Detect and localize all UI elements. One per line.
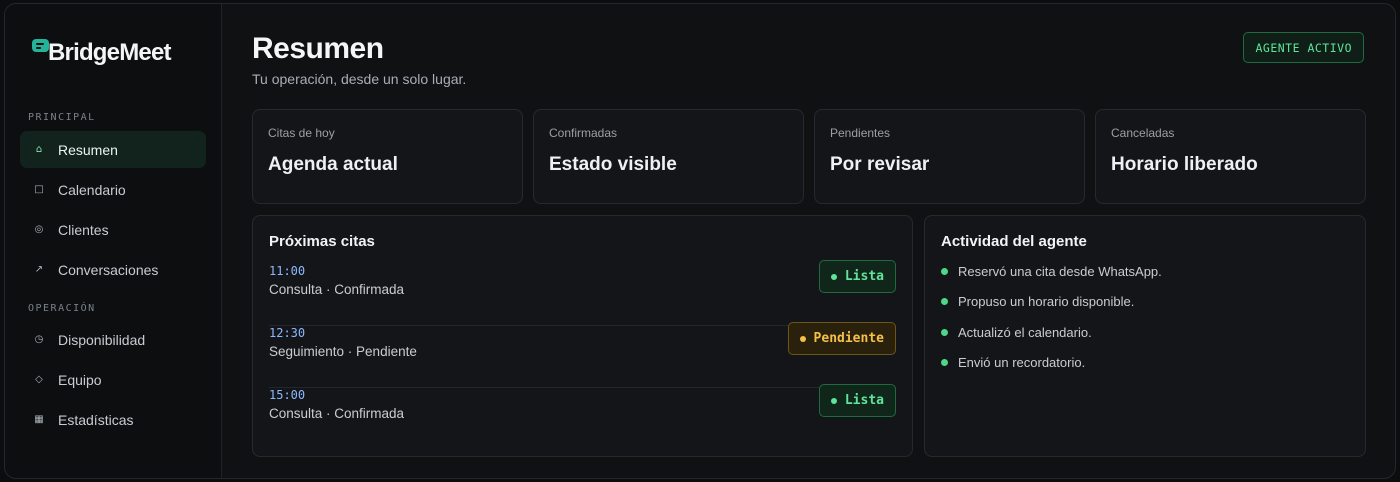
activity-item: Reservó una cita desde WhatsApp. xyxy=(941,264,1162,279)
main-content: Resumen Tu operación, desde un solo luga… xyxy=(222,4,1395,478)
stat-label: Canceladas xyxy=(1111,126,1175,140)
activity-item: Actualizó el calendario. xyxy=(941,325,1092,340)
bullet-dot-icon xyxy=(941,329,948,336)
appointment-time: 15:00 xyxy=(269,388,306,402)
stat-value: Horario liberado xyxy=(1111,154,1258,175)
section-label-principal: PRINCIPAL xyxy=(28,112,96,123)
activity-text: Reservó una cita desde WhatsApp. xyxy=(958,264,1162,279)
activity-item: Propuso un horario disponible. xyxy=(941,294,1134,309)
stat-value: Estado visible xyxy=(549,154,677,175)
sidebar-item-label: Disponibilidad xyxy=(58,331,146,348)
status-badge[interactable]: Lista xyxy=(818,260,896,293)
upcoming-appointments-panel: Próximas citas 11:00 Consulta · Confirma… xyxy=(252,215,913,457)
brand-name: BridgeMeet xyxy=(48,39,172,66)
app-window: BridgeMeet PRINCIPAL ⌂ Resumen □ Calenda… xyxy=(4,3,1396,479)
page-subtitle: Tu operación, desde un solo lugar. xyxy=(252,71,467,87)
status-badge-label: Lista xyxy=(844,269,884,284)
appointment-row[interactable]: 12:30 Seguimiento · Pendiente Pendiente xyxy=(269,322,896,388)
stat-value: Por revisar xyxy=(830,154,930,175)
sidebar-item-resumen[interactable]: ⌂ Resumen xyxy=(20,131,206,168)
sidebar-item-label: Estadísticas xyxy=(58,411,134,428)
sidebar-item-disponibilidad[interactable]: ◷ Disponibilidad xyxy=(20,321,206,358)
appointment-description: Seguimiento · Pendiente xyxy=(269,344,417,359)
appointment-row[interactable]: 11:00 Consulta · Confirmada Lista xyxy=(269,260,896,326)
appointment-time: 12:30 xyxy=(269,326,306,340)
bullet-dot-icon xyxy=(941,268,948,275)
status-badge[interactable]: Pendiente xyxy=(787,322,896,355)
status-badge[interactable]: Lista xyxy=(818,384,896,417)
diamond-icon: ◇ xyxy=(35,374,43,385)
stat-label: Confirmadas xyxy=(549,126,618,140)
sidebar-item-calendario[interactable]: □ Calendario xyxy=(20,171,206,208)
sidebar-item-label: Calendario xyxy=(58,181,126,198)
panel-title: Actividad del agente xyxy=(941,233,1087,250)
arrow-up-right-icon: ↗ xyxy=(34,264,44,275)
status-badge-label: Pendiente xyxy=(813,331,884,346)
appointment-description: Consulta · Confirmada xyxy=(269,406,405,421)
bar-square-icon: ▦ xyxy=(34,414,44,425)
appointment-time: 11:00 xyxy=(269,264,306,278)
page-title: Resumen xyxy=(252,32,384,65)
activity-text: Actualizó el calendario. xyxy=(958,325,1092,340)
stat-value: Agenda actual xyxy=(268,154,398,175)
square-icon: □ xyxy=(34,184,44,195)
sidebar-item-label: Conversaciones xyxy=(58,261,159,278)
status-dot-icon xyxy=(830,273,837,280)
stat-label: Citas de hoy xyxy=(268,126,335,140)
agent-status-badge: AGENTE ACTIVO xyxy=(1243,32,1364,63)
stat-card-citas-hoy[interactable]: Citas de hoy Agenda actual xyxy=(252,109,523,204)
stat-card-confirmadas[interactable]: Confirmadas Estado visible xyxy=(533,109,804,204)
activity-item: Envió un recordatorio. xyxy=(941,355,1085,370)
appointment-description: Consulta · Confirmada xyxy=(269,282,405,297)
stat-card-canceladas[interactable]: Canceladas Horario liberado xyxy=(1095,109,1366,204)
sidebar: BridgeMeet PRINCIPAL ⌂ Resumen □ Calenda… xyxy=(5,4,222,478)
panel-title: Próximas citas xyxy=(269,233,375,250)
status-dot-icon xyxy=(799,335,806,342)
section-label-operacion: OPERACIÓN xyxy=(28,303,96,314)
stat-label: Pendientes xyxy=(830,126,891,140)
bullet-dot-icon xyxy=(941,298,948,305)
brand-logo[interactable]: BridgeMeet xyxy=(32,33,172,73)
activity-text: Propuso un horario disponible. xyxy=(958,294,1135,309)
status-dot-icon xyxy=(830,397,837,404)
sidebar-item-estadisticas[interactable]: ▦ Estadísticas xyxy=(20,401,206,438)
target-icon: ◎ xyxy=(34,224,44,235)
clock-icon: ◷ xyxy=(34,334,44,345)
status-badge-label: Lista xyxy=(844,393,884,408)
stat-card-pendientes[interactable]: Pendientes Por revisar xyxy=(814,109,1085,204)
sidebar-item-clientes[interactable]: ◎ Clientes xyxy=(20,211,206,248)
activity-text: Envió un recordatorio. xyxy=(958,355,1086,370)
agent-activity-panel: Actividad del agente Reservó una cita de… xyxy=(924,215,1366,457)
sidebar-item-label: Resumen xyxy=(58,141,118,158)
sidebar-item-conversaciones[interactable]: ↗ Conversaciones xyxy=(20,251,206,288)
sidebar-item-equipo[interactable]: ◇ Equipo xyxy=(20,361,206,398)
appointment-row[interactable]: 15:00 Consulta · Confirmada Lista xyxy=(269,384,896,450)
home-icon: ⌂ xyxy=(35,144,43,155)
sidebar-item-label: Clientes xyxy=(58,221,109,238)
sidebar-item-label: Equipo xyxy=(58,371,102,388)
bullet-dot-icon xyxy=(941,359,948,366)
chat-bubble-icon xyxy=(32,37,54,69)
